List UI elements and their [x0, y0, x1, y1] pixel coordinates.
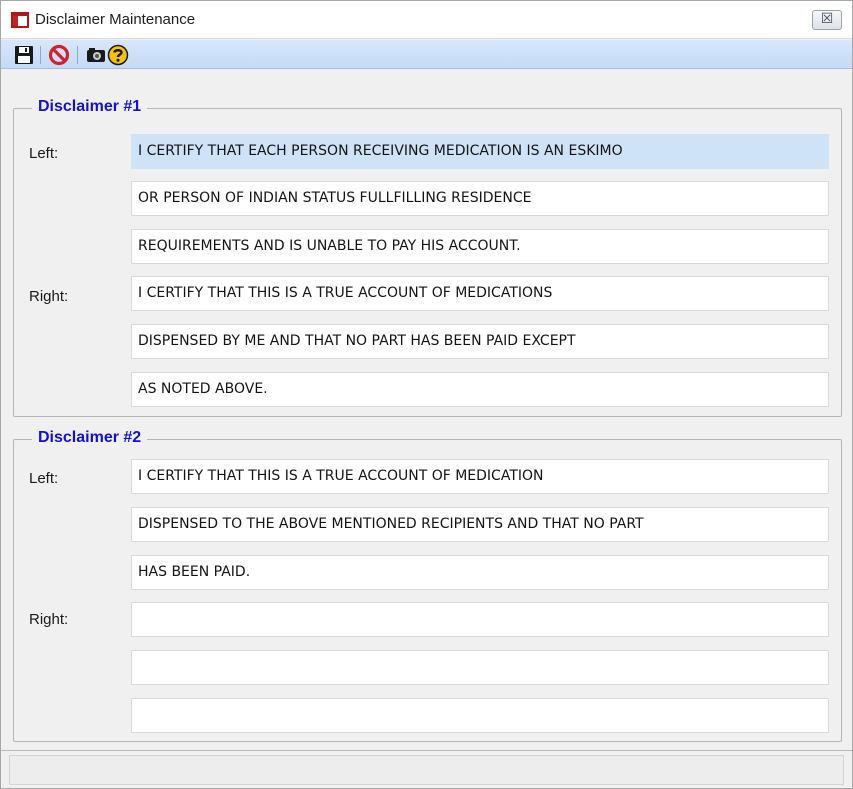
- window-title: Disclaimer Maintenance: [35, 11, 196, 28]
- disclaimer-2-right-line-3[interactable]: [131, 698, 829, 733]
- title-bar: Disclaimer Maintenance ☒: [1, 1, 852, 39]
- toolbar: [1, 40, 852, 69]
- disclaimer-1-left-line-3[interactable]: REQUIREMENTS AND IS UNABLE TO PAY HIS AC…: [131, 229, 829, 264]
- preview-icon: [87, 48, 105, 62]
- disclaimer-1-left-line-1[interactable]: I CERTIFY THAT EACH PERSON RECEIVING MED…: [131, 134, 829, 169]
- disclaimer-1-left-line-2[interactable]: OR PERSON OF INDIAN STATUS FULLFILLING R…: [131, 181, 829, 216]
- disclaimer-2-right-line-1[interactable]: [131, 602, 829, 637]
- disclaimer-2-left-line-3[interactable]: HAS BEEN PAID.: [131, 555, 829, 590]
- save-button[interactable]: [13, 44, 35, 66]
- disclaimer-2-group: Disclaimer #2 Left: I CERTIFY THAT THIS …: [13, 429, 842, 742]
- cancel-button[interactable]: [48, 44, 70, 66]
- help-icon: [107, 44, 129, 66]
- toolbar-separator: [77, 46, 78, 64]
- disclaimer-2-title: Disclaimer #2: [32, 429, 148, 447]
- save-icon: [15, 46, 33, 64]
- disclaimer-1-left-label: Left:: [29, 145, 59, 162]
- cancel-icon: [48, 44, 70, 66]
- toolbar-separator: [40, 46, 41, 64]
- preview-button[interactable]: [85, 44, 107, 66]
- help-button[interactable]: [107, 44, 129, 66]
- status-bar: [1, 750, 852, 788]
- status-panel: [9, 755, 844, 785]
- close-button[interactable]: ☒: [812, 10, 842, 30]
- disclaimer-1-group: Disclaimer #1 Left: I CERTIFY THAT EACH …: [13, 98, 842, 417]
- disclaimer-1-right-line-2[interactable]: DISPENSED BY ME AND THAT NO PART HAS BEE…: [131, 324, 829, 359]
- disclaimer-2-left-line-1[interactable]: I CERTIFY THAT THIS IS A TRUE ACCOUNT OF…: [131, 459, 829, 494]
- disclaimer-2-left-label: Left:: [29, 470, 59, 487]
- disclaimer-2-right-line-2[interactable]: [131, 650, 829, 685]
- disclaimer-2-left-line-2[interactable]: DISPENSED TO THE ABOVE MENTIONED RECIPIE…: [131, 507, 829, 542]
- disclaimer-2-right-label: Right:: [29, 611, 69, 628]
- close-icon: ☒: [820, 11, 834, 27]
- disclaimer-maintenance-window: Disclaimer Maintenance ☒ Disclaimer #1 L…: [0, 0, 853, 789]
- disclaimer-1-title: Disclaimer #1: [32, 98, 148, 116]
- disclaimer-1-right-line-3[interactable]: AS NOTED ABOVE.: [131, 372, 829, 407]
- disclaimer-1-right-line-1[interactable]: I CERTIFY THAT THIS IS A TRUE ACCOUNT OF…: [131, 276, 829, 311]
- app-icon: [11, 12, 29, 28]
- disclaimer-1-right-label: Right:: [29, 288, 69, 305]
